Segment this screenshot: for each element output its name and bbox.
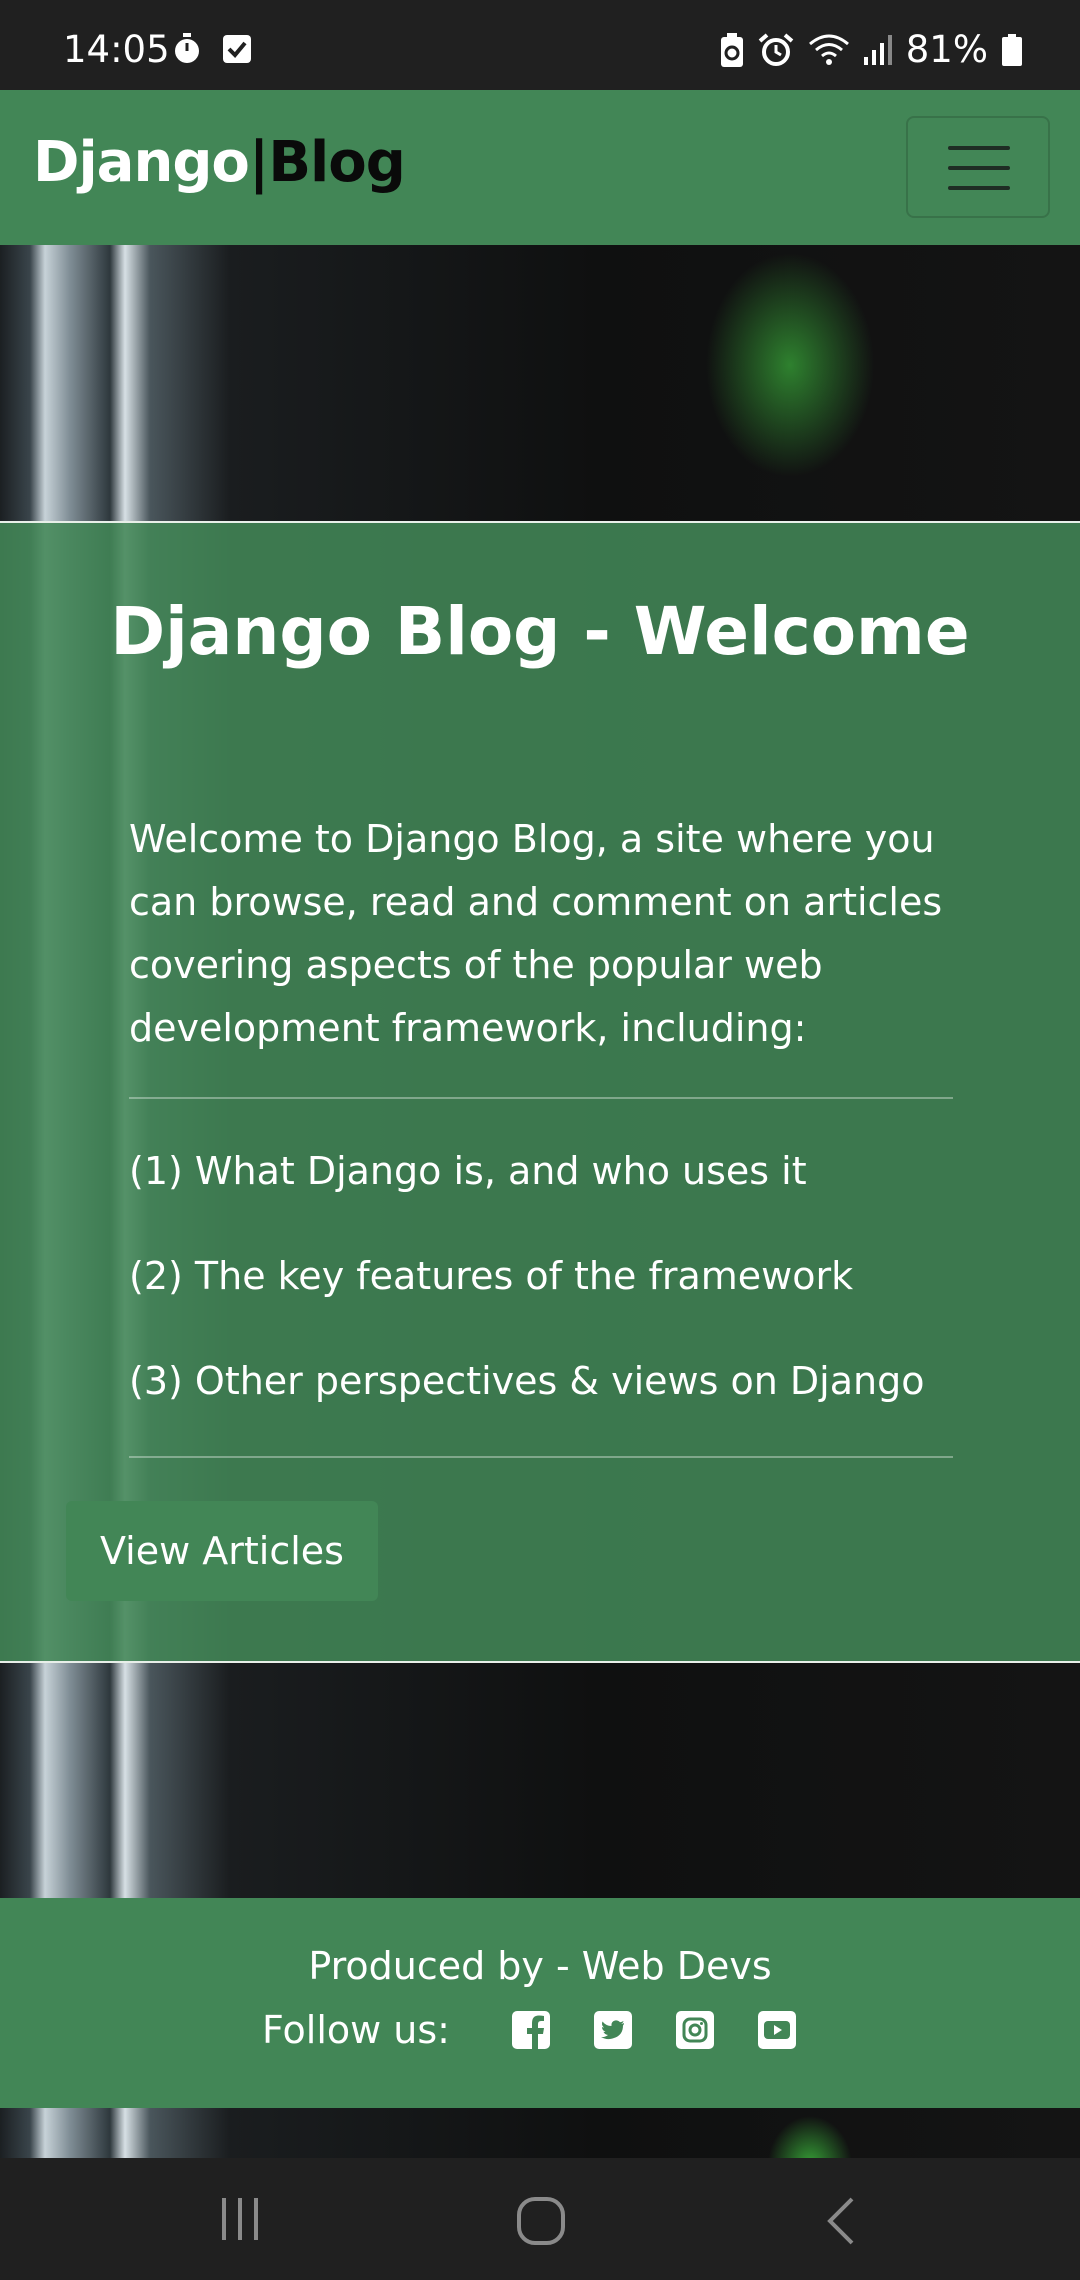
hamburger-menu-button[interactable] bbox=[906, 116, 1050, 218]
battery-percent: 81% bbox=[905, 28, 988, 71]
site-navbar: Django|Blog bbox=[0, 90, 1080, 245]
brand-separator: | bbox=[248, 130, 269, 195]
welcome-intro: Welcome to Django Blog, a site where you… bbox=[129, 817, 943, 1050]
home-icon[interactable] bbox=[516, 2196, 566, 2246]
brand-django: Django bbox=[33, 130, 250, 195]
hamburger-menu-icon bbox=[948, 146, 1010, 150]
brand-blog: Blog bbox=[268, 130, 405, 195]
wifi-icon bbox=[808, 34, 849, 65]
topic-item: (2) The key features of the framework bbox=[129, 1254, 854, 1298]
youtube-icon[interactable] bbox=[757, 2011, 796, 2049]
site-brand[interactable]: Django|Blog bbox=[33, 130, 406, 195]
twitter-icon[interactable] bbox=[593, 2011, 632, 2049]
divider bbox=[129, 1456, 953, 1458]
back-icon[interactable] bbox=[822, 2196, 858, 2246]
hamburger-line bbox=[948, 186, 1010, 190]
facebook-icon[interactable] bbox=[511, 2011, 550, 2049]
site-footer: Produced by - Web Devs Follow us: bbox=[0, 1898, 1080, 2108]
status-time: 14:05 bbox=[63, 28, 170, 71]
footer-credit: Produced by - Web Devs bbox=[308, 1944, 772, 1988]
page-title: Django Blog - Welcome bbox=[110, 593, 970, 670]
battery-saver-icon bbox=[720, 32, 743, 67]
topic-item: (1) What Django is, and who uses it bbox=[129, 1149, 807, 1193]
recent-apps-icon[interactable] bbox=[218, 2196, 262, 2242]
topic-item: (3) Other perspectives & views on Django bbox=[129, 1359, 925, 1403]
signal-icon bbox=[863, 34, 892, 65]
alarm-icon bbox=[758, 32, 794, 66]
view-articles-button[interactable]: View Articles bbox=[66, 1501, 378, 1601]
checkbox-icon bbox=[223, 35, 251, 63]
divider bbox=[129, 1097, 953, 1099]
battery-icon bbox=[1002, 33, 1022, 66]
follow-us-label: Follow us: bbox=[262, 2008, 450, 2052]
hamburger-line bbox=[948, 166, 1010, 170]
status-bar: 14:05 81% bbox=[0, 0, 1080, 90]
instagram-icon[interactable] bbox=[675, 2011, 714, 2049]
follow-us-row: Follow us: bbox=[0, 2008, 1080, 2052]
welcome-card: Django Blog - Welcome Welcome to Django … bbox=[0, 521, 1080, 1663]
timer-icon bbox=[175, 33, 199, 63]
system-navigation-bar bbox=[0, 2158, 1080, 2280]
